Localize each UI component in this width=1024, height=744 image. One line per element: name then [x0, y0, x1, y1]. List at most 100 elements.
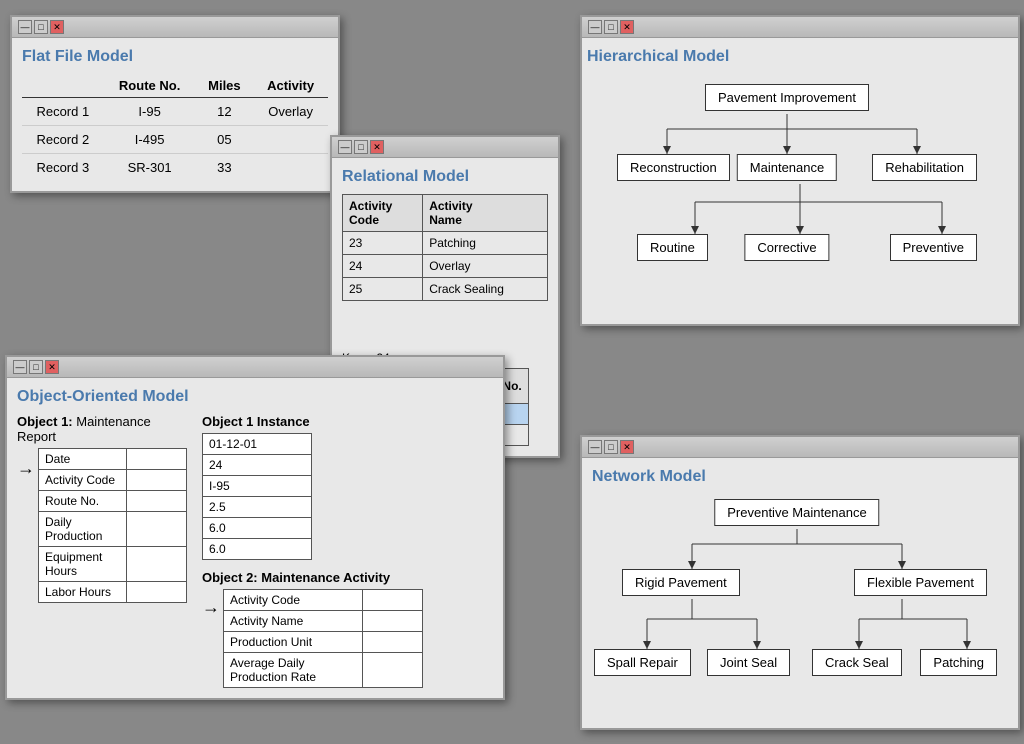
- maximize-btn[interactable]: □: [354, 140, 368, 154]
- code-val: 24: [343, 255, 423, 278]
- table-row: Labor Hours: [39, 582, 187, 603]
- name-val: Patching: [423, 232, 548, 255]
- minimize-btn[interactable]: —: [18, 20, 32, 34]
- close-btn[interactable]: ✕: [370, 140, 384, 154]
- miles-val: 33: [196, 154, 254, 182]
- activity-val: [253, 154, 328, 182]
- window-controls[interactable]: — □ ✕: [18, 20, 64, 34]
- flat-file-titlebar: — □ ✕: [12, 17, 338, 38]
- name-val: Crack Sealing: [423, 278, 548, 301]
- hierarchical-titlebar: — □ ✕: [582, 17, 1018, 38]
- table-row: Production Unit: [224, 632, 423, 653]
- close-btn[interactable]: ✕: [50, 20, 64, 34]
- oo-window: — □ ✕ Object-Oriented Model Object 1: Ma…: [5, 355, 505, 700]
- l2-node: Routine: [637, 234, 708, 261]
- col-activity: Activity: [253, 74, 328, 98]
- field-name: Equipment Hours: [39, 547, 127, 582]
- oo-titlebar: — □ ✕: [7, 357, 503, 378]
- l2-node: Joint Seal: [707, 649, 790, 676]
- window-controls[interactable]: — □ ✕: [13, 360, 59, 374]
- maximize-btn[interactable]: □: [29, 360, 43, 374]
- field-val: [127, 547, 187, 582]
- l1-node: Flexible Pavement: [854, 569, 987, 596]
- code-val: 23: [343, 232, 423, 255]
- instance-val: 2.5: [203, 497, 312, 518]
- table-row: 25 Crack Sealing: [343, 278, 548, 301]
- table-row: Activity Name: [224, 611, 423, 632]
- record-label: Record 1: [22, 98, 104, 126]
- close-btn[interactable]: ✕: [620, 440, 634, 454]
- net-tree: Preventive Maintenance Rigid Pavement Fl…: [592, 494, 1002, 734]
- window-controls[interactable]: — □ ✕: [338, 140, 384, 154]
- table-row: 24: [203, 455, 312, 476]
- field-name: Daily Production: [39, 512, 127, 547]
- table-row: 6.0: [203, 539, 312, 560]
- oo-right-section: Object 1 Instance 01-12-01 24 I-95: [202, 414, 493, 688]
- field-name: Production Unit: [224, 632, 363, 653]
- arrow-icon: →: [202, 597, 220, 618]
- table-row: Record 3 SR-301 33: [22, 154, 328, 182]
- minimize-btn[interactable]: —: [588, 20, 602, 34]
- instance-val: I-95: [203, 476, 312, 497]
- field-name: Labor Hours: [39, 582, 127, 603]
- close-btn[interactable]: ✕: [45, 360, 59, 374]
- close-btn[interactable]: ✕: [620, 20, 634, 34]
- oo-instance-label: Object 1 Instance: [202, 414, 493, 429]
- flat-file-table: Route No. Miles Activity Record 1 I-95 1…: [22, 74, 328, 181]
- activity-val: Overlay: [253, 98, 328, 126]
- table-row: 01-12-01: [203, 434, 312, 455]
- table-row: Record 2 I-495 05: [22, 126, 328, 154]
- field-val: [363, 590, 423, 611]
- flat-file-window: — □ ✕ Flat File Model Route No. Miles Ac…: [10, 15, 340, 193]
- maximize-btn[interactable]: □: [604, 20, 618, 34]
- field-val: [127, 512, 187, 547]
- flat-file-content: Flat File Model Route No. Miles Activity…: [12, 38, 338, 191]
- relational-title: Relational Model: [342, 168, 548, 186]
- field-val: [127, 449, 187, 470]
- oo-content: Object-Oriented Model Object 1: Maintena…: [7, 378, 503, 698]
- col-code: ActivityCode: [343, 195, 423, 232]
- network-content: Network Model Preventive Maintenance Rig…: [582, 458, 1018, 744]
- table-row: Daily Production: [39, 512, 187, 547]
- obj1-table: Date Activity Code Route No.: [38, 448, 187, 603]
- maximize-btn[interactable]: □: [34, 20, 48, 34]
- obj1-table-wrapper: → Date Activity Code: [17, 448, 187, 603]
- col-route: Route No.: [104, 74, 196, 98]
- miles-val: 12: [196, 98, 254, 126]
- field-name: Route No.: [39, 491, 127, 512]
- route-val: I-95: [104, 98, 196, 126]
- instance-val: 6.0: [203, 518, 312, 539]
- network-window: — □ ✕ Network Model Preventive Maintenan…: [580, 435, 1020, 730]
- obj2-table: Activity Code Activity Name Production U…: [223, 589, 423, 688]
- oo-obj1-label: Object 1: Maintenance Report: [17, 414, 187, 444]
- field-val: [127, 582, 187, 603]
- table-row: Date: [39, 449, 187, 470]
- network-tree-lines: [592, 494, 1002, 734]
- table-row: I-95: [203, 476, 312, 497]
- maximize-btn[interactable]: □: [604, 440, 618, 454]
- hier-tree: Pavement Improvement Reconstruction Main…: [587, 74, 987, 314]
- code-val: 25: [343, 278, 423, 301]
- hierarchical-window: — □ ✕ Hierarchical Model Pavement Improv…: [580, 15, 1020, 326]
- route-val: I-495: [104, 126, 196, 154]
- l1-node: Rigid Pavement: [622, 569, 740, 596]
- window-controls[interactable]: — □ ✕: [588, 20, 634, 34]
- field-val: [127, 470, 187, 491]
- name-val: Overlay: [423, 255, 548, 278]
- obj1-instance-table: 01-12-01 24 I-95 2.5 6.0: [202, 433, 312, 560]
- field-name: Activity Code: [224, 590, 363, 611]
- minimize-btn[interactable]: —: [13, 360, 27, 374]
- window-controls[interactable]: — □ ✕: [588, 440, 634, 454]
- col-name: ActivityName: [423, 195, 548, 232]
- field-name: Date: [39, 449, 127, 470]
- l1-node: Rehabilitation: [872, 154, 977, 181]
- minimize-btn[interactable]: —: [338, 140, 352, 154]
- l2-node: Crack Seal: [812, 649, 902, 676]
- field-val: [127, 491, 187, 512]
- table-row: 24 Overlay: [343, 255, 548, 278]
- field-name: Average Daily Production Rate: [224, 653, 363, 688]
- table-row: Route No.: [39, 491, 187, 512]
- route-val: SR-301: [104, 154, 196, 182]
- record-label: Record 2: [22, 126, 104, 154]
- minimize-btn[interactable]: —: [588, 440, 602, 454]
